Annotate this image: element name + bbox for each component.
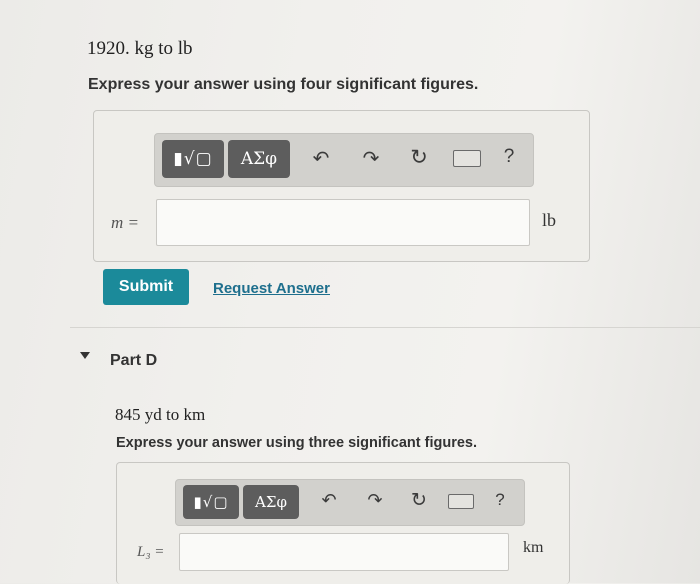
answer-input[interactable] <box>156 199 530 246</box>
templates-icon: ▮√▢ <box>173 149 213 169</box>
templates-button[interactable]: ▮√▢ <box>162 140 224 178</box>
math-toolbar-d: ▮√▢ ΑΣφ ↶ ↷ ↻ ? <box>175 479 525 526</box>
part-d-header[interactable]: Part D <box>110 352 157 370</box>
collapse-caret-icon[interactable] <box>80 352 90 359</box>
problem-statement: 1920. kg to lb <box>87 38 193 59</box>
greek-symbols-label-d: ΑΣφ <box>255 493 287 511</box>
unit-label: lb <box>542 210 557 230</box>
templates-button-d[interactable]: ▮√▢ <box>183 485 239 519</box>
unit-label-d: km <box>523 539 544 556</box>
help-icon[interactable]: ? <box>501 146 517 168</box>
undo-icon[interactable]: ↶ <box>310 146 332 170</box>
redo-icon[interactable]: ↷ <box>360 146 382 170</box>
math-toolbar: ▮√▢ ΑΣφ ↶ ↷ ↻ ? <box>154 133 534 187</box>
variable-label-d: L₃ = <box>137 544 165 560</box>
instruction-text: Express your answer using four significa… <box>88 76 479 93</box>
answer-box: ▮√▢ ΑΣφ ↶ ↷ ↻ ? m = lb <box>93 110 590 262</box>
submit-button[interactable]: Submit <box>103 269 189 305</box>
keyboard-icon-d[interactable] <box>448 494 474 509</box>
request-answer-link[interactable]: Request Answer <box>213 280 330 297</box>
answer-box-d: ▮√▢ ΑΣφ ↶ ↷ ↻ ? L₃ = km <box>116 462 570 584</box>
redo-icon-d[interactable]: ↷ <box>365 490 385 511</box>
help-icon-d[interactable]: ? <box>493 490 507 510</box>
greek-symbols-label: ΑΣφ <box>240 149 278 169</box>
problem-statement-d: 845 yd to km <box>115 405 206 424</box>
section-divider <box>70 327 700 328</box>
instruction-text-d: Express your answer using three signific… <box>116 435 477 451</box>
variable-label: m = <box>111 213 139 232</box>
reset-icon-d[interactable]: ↻ <box>409 489 429 511</box>
greek-symbols-button[interactable]: ΑΣφ <box>228 140 290 178</box>
keyboard-icon[interactable] <box>453 150 481 167</box>
greek-symbols-button-d[interactable]: ΑΣφ <box>243 485 299 519</box>
undo-icon-d[interactable]: ↶ <box>319 490 339 511</box>
reset-icon[interactable]: ↻ <box>408 145 430 169</box>
answer-input-d[interactable] <box>179 533 509 571</box>
templates-icon-d: ▮√▢ <box>193 493 229 511</box>
